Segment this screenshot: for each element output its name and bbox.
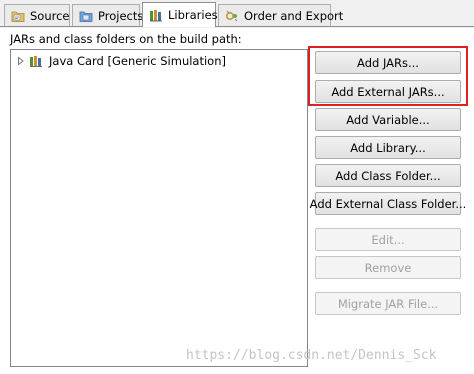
tab-source[interactable]: Source [4,4,70,26]
add-class-folder-button[interactable]: Add Class Folder... [315,164,461,187]
source-folder-icon [11,11,25,22]
tab-libraries[interactable]: Libraries [142,2,218,27]
tree-item-label: Java Card [Generic Simulation] [49,54,226,68]
migrate-jar-file-button[interactable]: Migrate JAR File... [315,292,461,315]
add-external-class-folder-button[interactable]: Add External Class Folder... [310,192,466,215]
build-path-label: JARs and class folders on the build path… [10,32,242,46]
remove-button[interactable]: Remove [315,256,461,279]
tab-order-and-export-label: Order and Export [244,8,344,23]
tab-content-border [0,26,474,27]
tab-projects-label: Projects [98,8,144,23]
tab-projects[interactable]: Projects [72,4,144,26]
tab-libraries-label: Libraries [168,8,218,22]
tree-item[interactable]: Java Card [Generic Simulation] [17,54,226,68]
tab-bar: Source Projects Libraries Order and Expo… [0,0,474,28]
add-library-button[interactable]: Add Library... [315,136,461,159]
library-container-icon [30,56,42,67]
libraries-icon [150,10,162,22]
add-jars-button[interactable]: Add JARs... [315,51,461,74]
edit-button[interactable]: Edit... [315,228,461,251]
expand-arrow-icon[interactable] [17,57,25,65]
tab-source-label: Source [30,8,70,23]
library-tree[interactable]: Java Card [Generic Simulation] [10,49,308,367]
watermark-text: https://blog.csdn.net/Dennis_Sck [186,348,437,363]
add-external-jars-button[interactable]: Add External JARs... [315,80,461,103]
order-export-icon [225,10,238,21]
add-variable-button[interactable]: Add Variable... [315,108,461,131]
projects-icon [79,11,93,22]
tab-order-and-export[interactable]: Order and Export [218,4,343,26]
